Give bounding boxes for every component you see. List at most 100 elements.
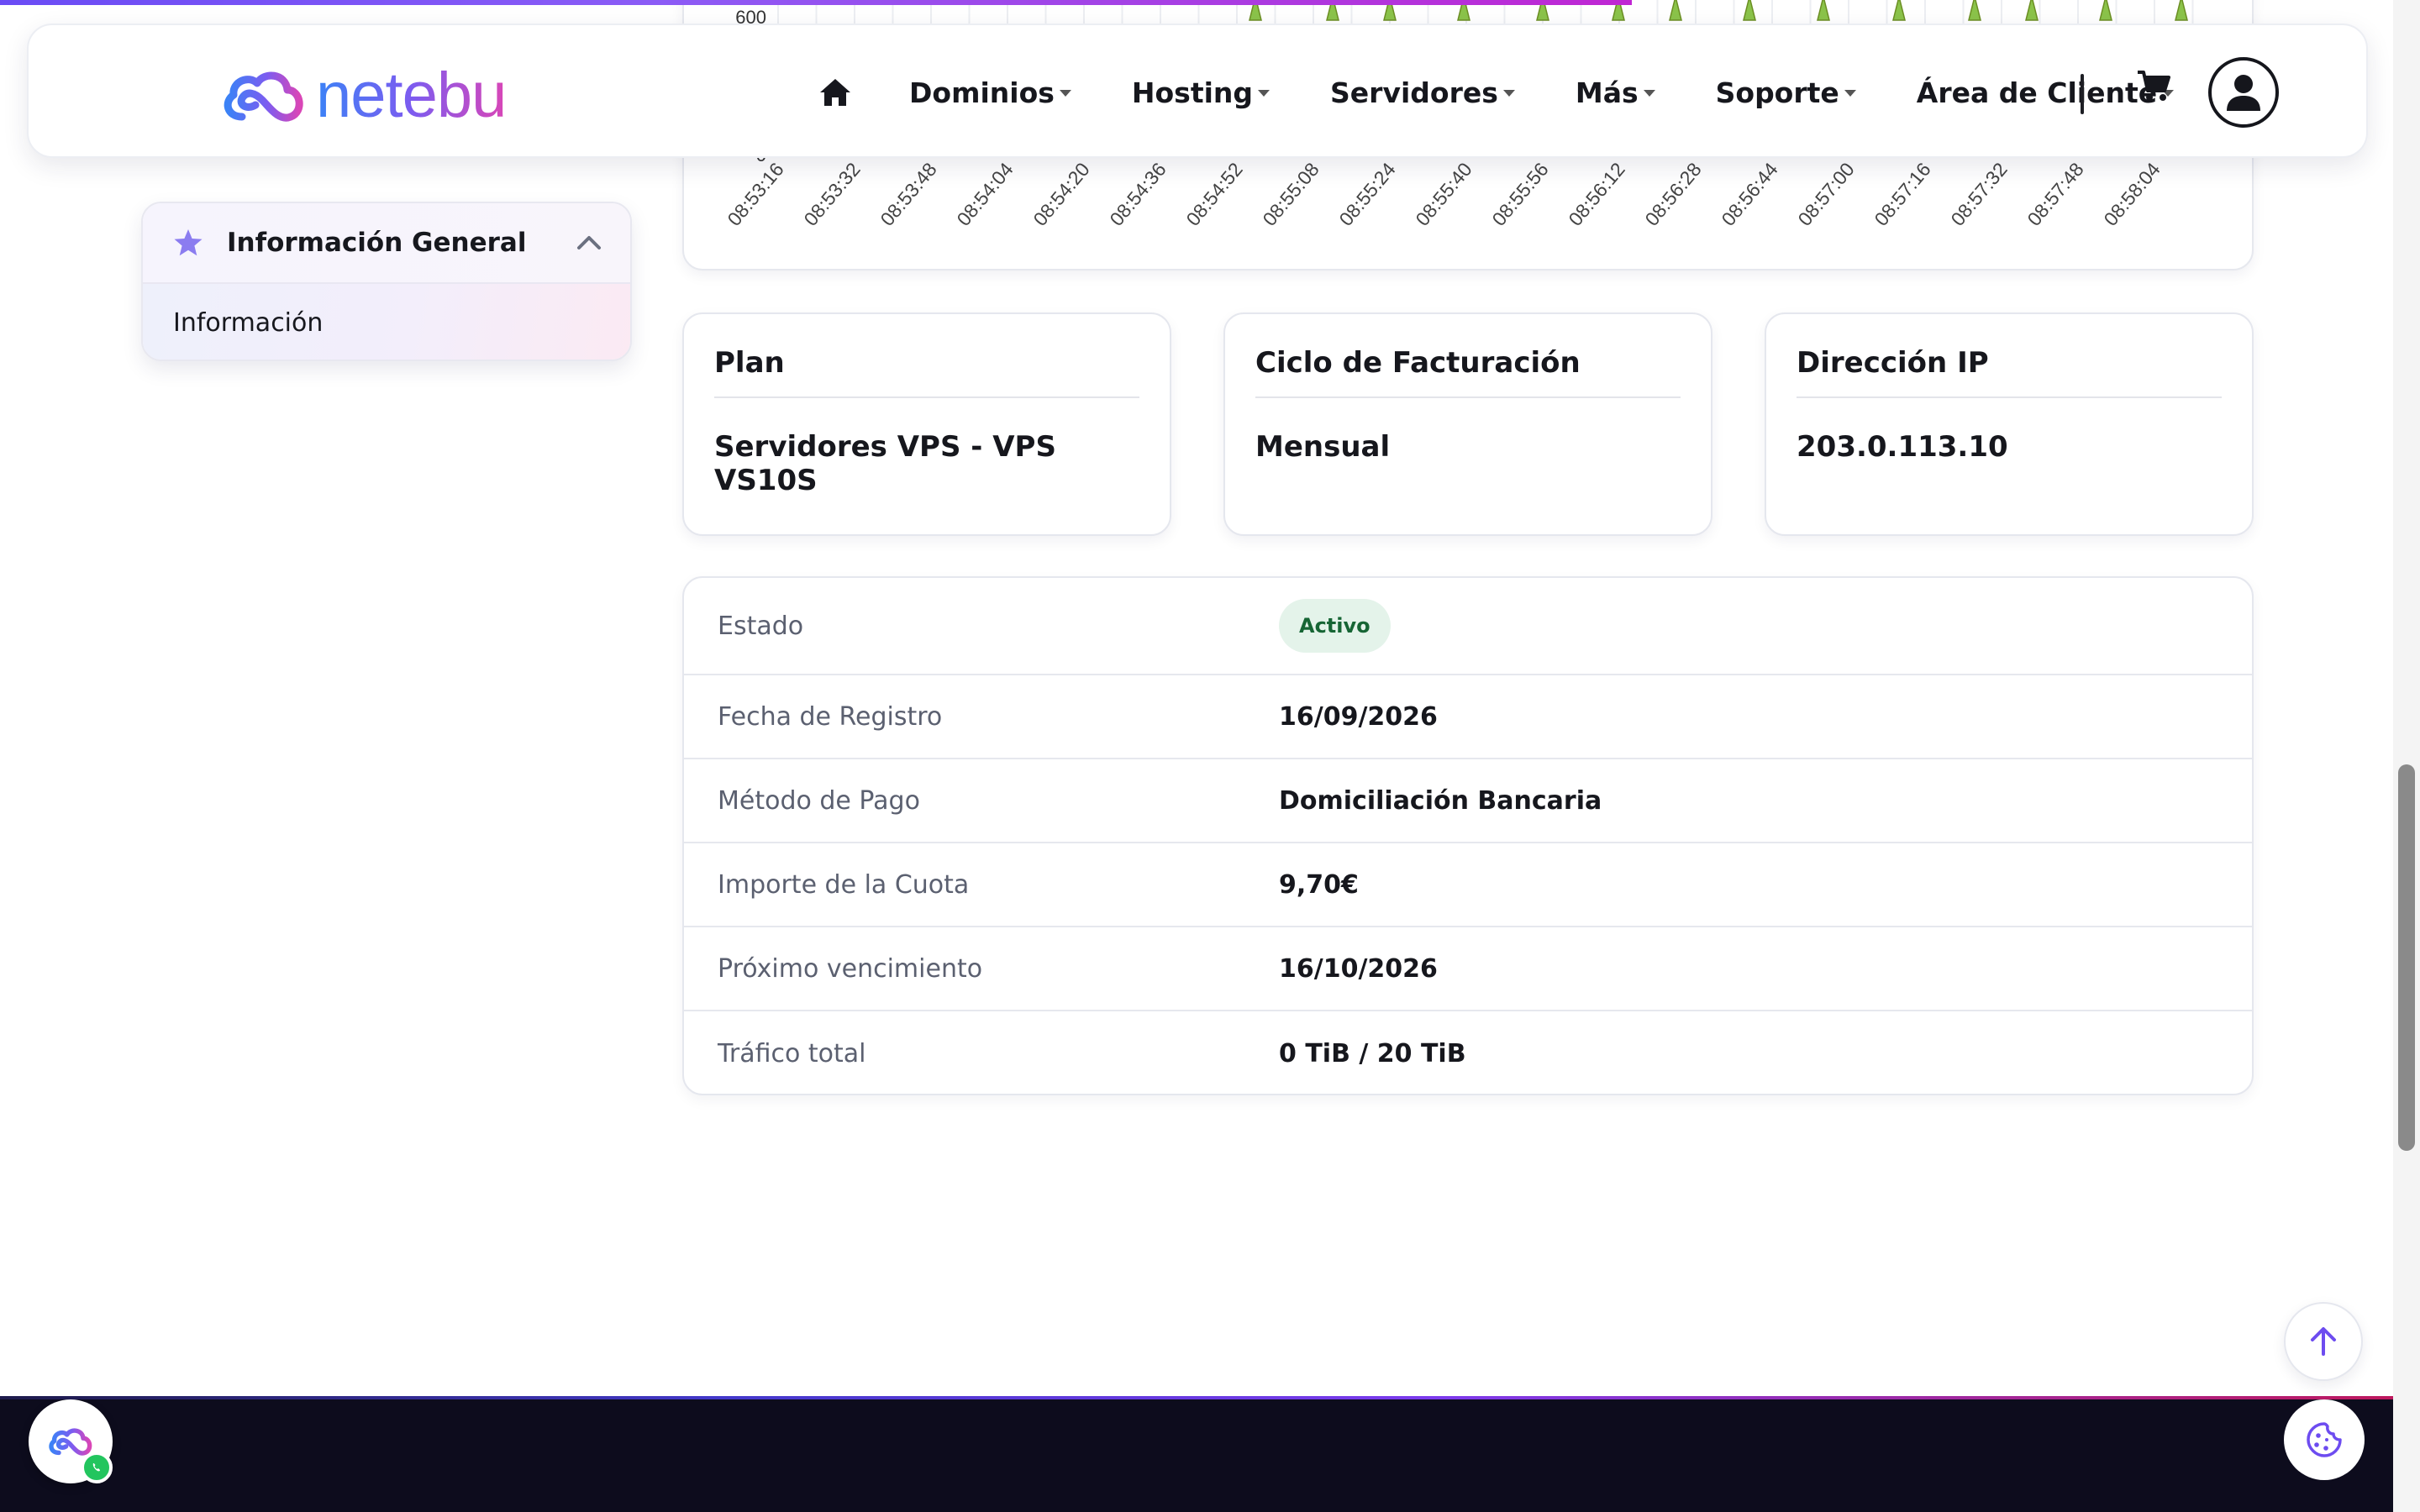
x-tick-label: 08:57:00 (1793, 159, 1858, 230)
cloud-logo-icon (49, 1428, 92, 1456)
table-row: Estado Activo (684, 578, 2252, 675)
scrollbar-track[interactable] (2393, 0, 2420, 1512)
x-tick-label: 08:54:36 (1105, 159, 1170, 230)
x-tick-label: 08:55:08 (1258, 159, 1323, 230)
caret-down-icon (1258, 90, 1270, 97)
chart-peak (2175, 0, 2188, 21)
scrollbar-thumb[interactable] (2398, 764, 2415, 1151)
nav-divider (2081, 74, 2084, 114)
caret-down-icon (1502, 90, 1515, 97)
chart-peak (1968, 0, 1981, 21)
netebu-logo[interactable]: netebu (218, 60, 507, 131)
sidebar-section-header[interactable]: Información General (143, 203, 630, 284)
row-label: Próximo vencimiento (718, 953, 983, 984)
row-value: Domiciliación Bancaria (1279, 785, 1602, 816)
cart-icon[interactable] (2136, 69, 2171, 106)
home-icon[interactable] (818, 77, 852, 108)
ip-address-title: Dirección IP (1797, 314, 2222, 398)
scroll-to-top-button[interactable] (2284, 1302, 2363, 1381)
ip-address-card: Dirección IP 203.0.113.10 (1765, 312, 2254, 536)
service-details-table: Estado Activo Fecha de Registro 16/09/20… (682, 576, 2254, 1095)
table-row: Método de Pago Domiciliación Bancaria (684, 759, 2252, 843)
row-label: Tráfico total (718, 1038, 866, 1068)
x-tick-label: 08:57:16 (1870, 159, 1934, 230)
chart-peak (2025, 0, 2039, 21)
plan-card-title: Plan (714, 314, 1139, 398)
row-value: 16/10/2026 (1279, 953, 1438, 984)
nav-dominios[interactable]: Dominios (909, 76, 1071, 109)
cookie-icon (2307, 1422, 2342, 1457)
nav-label: Servidores (1330, 76, 1498, 109)
plan-card-value: Servidores VPS - VPS VS10S (714, 430, 1056, 497)
sidebar-item-label: Información (173, 307, 324, 338)
row-value: 9,70€ (1279, 869, 1359, 900)
billing-cycle-card: Ciclo de Facturación Mensual (1223, 312, 1712, 536)
nav-mas[interactable]: Más (1576, 76, 1655, 109)
footer-bar (0, 1396, 2393, 1512)
star-icon (174, 229, 203, 256)
chevron-up-icon[interactable] (576, 234, 602, 250)
row-label: Método de Pago (718, 785, 920, 816)
chart-peak (1817, 0, 1830, 21)
x-tick-label: 08:56:12 (1564, 159, 1628, 230)
cookie-settings-button[interactable] (2284, 1399, 2365, 1480)
row-label: Importe de la Cuota (718, 869, 970, 900)
table-row: Próximo vencimiento 16/10/2026 (684, 927, 2252, 1011)
nav-label: Más (1575, 76, 1639, 109)
nav-label: Soporte (1715, 76, 1839, 109)
nav-hosting[interactable]: Hosting (1132, 76, 1270, 109)
sidebar-section-title: Información General (227, 228, 527, 258)
row-value: 0 TiB / 20 TiB (1279, 1038, 1466, 1068)
table-row: Tráfico total 0 TiB / 20 TiB (684, 1011, 2252, 1094)
user-icon (2227, 75, 2260, 111)
caret-down-icon (1643, 90, 1655, 97)
nav-label: Dominios (909, 76, 1055, 109)
x-tick-label: 08:53:32 (799, 159, 864, 230)
footer-accent-line (0, 1396, 2393, 1399)
sidebar-item-informacion[interactable]: Información (143, 284, 630, 360)
x-tick-label: 08:53:48 (876, 159, 940, 230)
caret-down-icon (1059, 90, 1071, 97)
nav-soporte[interactable]: Soporte (1716, 76, 1856, 109)
page-progress-bar (0, 0, 1632, 5)
chart-peak (2099, 0, 2112, 21)
sidebar-panel: Información General Información (141, 202, 632, 361)
row-value-cell: Activo (1279, 599, 1391, 653)
nav-label: Hosting (1131, 76, 1254, 109)
nav-servidores[interactable]: Servidores (1330, 76, 1515, 109)
table-row: Fecha de Registro 16/09/2026 (684, 675, 2252, 759)
arrow-up-icon (2311, 1327, 2336, 1356)
nav-label: Área de Cliente (1916, 76, 2158, 109)
x-tick-label: 08:53:16 (723, 159, 787, 230)
x-tick-label: 08:57:32 (1946, 159, 2011, 230)
chart-peak (1669, 0, 1682, 21)
x-tick-label: 08:56:44 (1717, 158, 1782, 229)
whatsapp-icon[interactable] (81, 1452, 113, 1483)
main-nav: Dominios Hosting Servidores Más Soporte … (818, 25, 2234, 160)
x-tick-label: 08:55:56 (1487, 159, 1552, 230)
user-account-button[interactable] (2208, 57, 2279, 128)
x-tick-label: 08:54:04 (952, 158, 1018, 229)
x-tick-label: 08:58:04 (2099, 158, 2165, 229)
cloud-logo-icon (224, 71, 303, 122)
x-tick-label: 08:55:40 (1411, 159, 1476, 230)
x-tick-label: 08:57:48 (2023, 159, 2087, 230)
chart-peak (1743, 0, 1756, 21)
plan-card: Plan Servidores VPS - VPS VS10S (682, 312, 1171, 536)
caret-down-icon (1844, 90, 1856, 97)
x-tick-label: 08:56:28 (1640, 159, 1705, 230)
site-header: netebu Dominios Hosting Servidores Más S… (27, 24, 2368, 158)
status-badge: Activo (1279, 599, 1391, 653)
row-value: 16/09/2026 (1279, 701, 1438, 732)
row-label: Fecha de Registro (718, 701, 943, 732)
x-tick-label: 08:55:24 (1334, 158, 1400, 229)
logo-wordmark: netebu (316, 60, 507, 131)
billing-cycle-title: Ciclo de Facturación (1255, 314, 1681, 398)
table-row: Importe de la Cuota 9,70€ (684, 843, 2252, 927)
x-tick-label: 08:54:52 (1181, 159, 1246, 230)
chart-peak (1892, 0, 1906, 21)
billing-cycle-value: Mensual (1255, 430, 1391, 464)
row-label: Estado (718, 611, 804, 641)
ip-address-value: 203.0.113.10 (1797, 430, 2008, 464)
x-tick-label: 08:54:20 (1028, 159, 1093, 230)
